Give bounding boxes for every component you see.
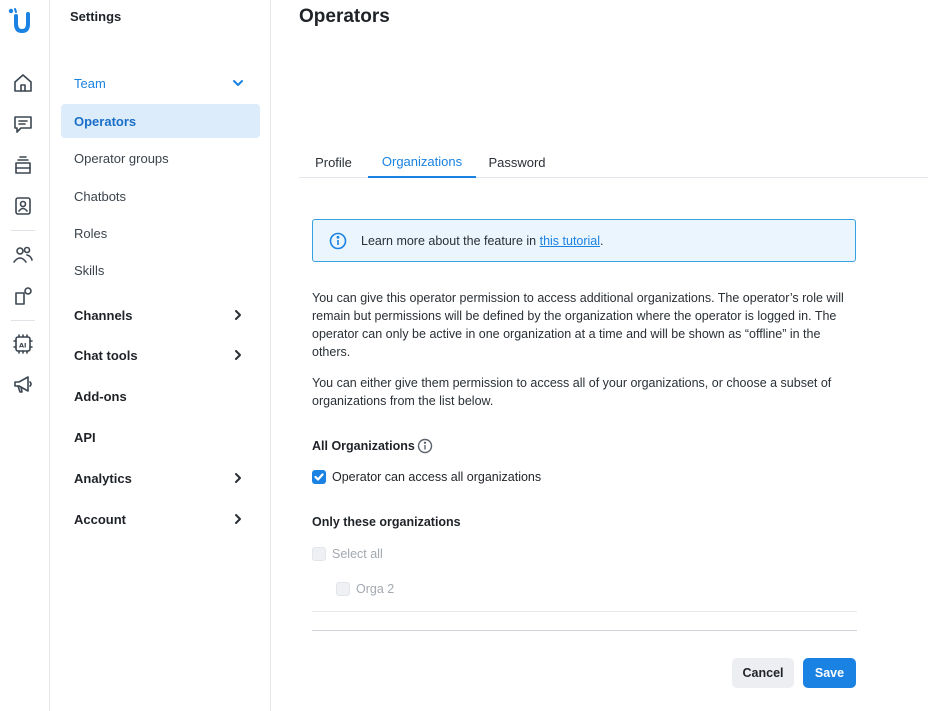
sidebar-item-chat-tools[interactable]: Chat tools bbox=[61, 338, 260, 372]
sidebar-item-skills[interactable]: Skills bbox=[61, 253, 260, 287]
sidebar-item-label: Team bbox=[74, 75, 106, 91]
sidebar-item-label: Skills bbox=[74, 262, 105, 278]
people-icon[interactable] bbox=[12, 244, 34, 266]
sidebar-item-team[interactable]: Team bbox=[61, 66, 260, 100]
all-organizations-checkbox-row[interactable]: Operator can access all organizations bbox=[312, 470, 541, 484]
sidebar-item-analytics[interactable]: Analytics bbox=[61, 461, 260, 495]
description-paragraph: You can give this operator permission to… bbox=[312, 291, 844, 359]
organization-checkbox bbox=[336, 582, 350, 596]
tab-password[interactable]: Password bbox=[476, 146, 558, 178]
sidebar-item-label: API bbox=[74, 429, 96, 445]
sidebar-item-operator-groups[interactable]: Operator groups bbox=[61, 141, 260, 175]
select-all-label: Select all bbox=[332, 547, 383, 561]
tab-organizations[interactable]: Organizations bbox=[368, 146, 476, 178]
instruction-paragraph: You can either give them permission to a… bbox=[312, 376, 832, 408]
sidebar-item-channels[interactable]: Channels bbox=[61, 298, 260, 332]
chat-icon[interactable] bbox=[12, 113, 34, 135]
sidebar-item-label: Chat tools bbox=[74, 347, 138, 363]
tutorial-link[interactable]: this tutorial bbox=[540, 234, 600, 248]
info-icon bbox=[329, 232, 347, 250]
info-prefix: Learn more about the feature in bbox=[361, 233, 540, 248]
all-organizations-label: All Organizations bbox=[312, 439, 415, 453]
cancel-button[interactable]: Cancel bbox=[732, 658, 794, 688]
info-text: Learn more about the feature in this tut… bbox=[361, 234, 604, 248]
logo-icon[interactable] bbox=[7, 6, 35, 34]
contacts-icon[interactable] bbox=[12, 195, 34, 217]
home-icon[interactable] bbox=[12, 72, 34, 94]
page-title: Operators bbox=[299, 6, 390, 27]
info-circle-icon[interactable] bbox=[417, 438, 433, 454]
chevron-down-icon bbox=[232, 77, 244, 89]
sidebar-item-roles[interactable]: Roles bbox=[61, 216, 260, 250]
sidebar-item-label: Add-ons bbox=[74, 388, 127, 404]
sidebar-item-label: Operators bbox=[74, 113, 137, 129]
only-these-organizations-label: Only these organizations bbox=[312, 515, 461, 529]
select-all-row: Select all bbox=[312, 547, 383, 561]
sidebar-item-operators[interactable]: Operators bbox=[61, 104, 260, 138]
info-suffix: . bbox=[600, 233, 604, 248]
sidebar-item-label: Chatbots bbox=[74, 188, 127, 204]
divider bbox=[312, 611, 857, 612]
sidebar-title: Settings bbox=[70, 9, 122, 24]
rail-divider bbox=[11, 320, 35, 321]
sidebar-item-chatbots[interactable]: Chatbots bbox=[61, 179, 260, 213]
main-content: Operators Profile Organizations Password… bbox=[271, 0, 928, 711]
svg-text:AI: AI bbox=[19, 342, 26, 350]
footer-divider bbox=[312, 630, 857, 631]
tab-profile[interactable]: Profile bbox=[299, 146, 368, 178]
sidebar-item-label: Roles bbox=[74, 225, 108, 241]
organization-row: Orga 2 bbox=[336, 582, 394, 596]
megaphone-icon[interactable] bbox=[12, 373, 34, 395]
settings-sidebar: Settings Team Operators Operator groups … bbox=[50, 0, 271, 711]
sidebar-item-add-ons[interactable]: Add-ons bbox=[61, 379, 260, 413]
integrations-icon[interactable] bbox=[12, 285, 34, 307]
sidebar-item-label: Channels bbox=[74, 307, 133, 323]
select-all-checkbox bbox=[312, 547, 326, 561]
sidebar-item-account[interactable]: Account bbox=[61, 502, 260, 536]
tab-bar: Profile Organizations Password bbox=[299, 146, 928, 178]
all-organizations-checkbox[interactable] bbox=[312, 470, 326, 484]
chevron-right-icon bbox=[232, 309, 244, 321]
chevron-right-icon bbox=[232, 349, 244, 361]
ai-icon[interactable]: AI bbox=[12, 333, 34, 355]
chevron-right-icon bbox=[232, 472, 244, 484]
rail-divider bbox=[11, 230, 35, 231]
chevron-right-icon bbox=[232, 513, 244, 525]
save-button[interactable]: Save bbox=[803, 658, 856, 688]
icon-rail: AI bbox=[0, 0, 50, 711]
info-banner: Learn more about the feature in this tut… bbox=[312, 219, 856, 262]
checkbox-label: Operator can access all organizations bbox=[332, 470, 542, 484]
sidebar-item-api[interactable]: API bbox=[61, 420, 260, 454]
organization-label: Orga 2 bbox=[356, 582, 395, 596]
sidebar-item-label: Analytics bbox=[74, 470, 132, 486]
sidebar-item-label: Operator groups bbox=[74, 150, 169, 166]
sidebar-item-label: Account bbox=[74, 511, 126, 527]
inbox-icon[interactable] bbox=[12, 154, 34, 176]
